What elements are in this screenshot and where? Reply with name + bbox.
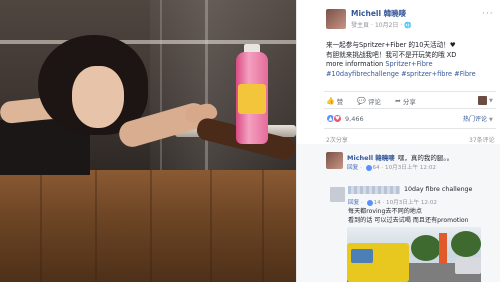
post-inline-link[interactable]: Spritzer+Fibre [385, 60, 432, 68]
speech-bubble-icon: 💬 [357, 97, 366, 105]
like-reaction-icon [365, 164, 372, 171]
post-date[interactable]: 10月2日 [375, 22, 398, 29]
top-comments-dropdown[interactable]: 热门评论 ▼ [463, 114, 493, 123]
comment-like-count: 64 [372, 165, 380, 171]
post-body: 来一起参与Spritzer+Fiber 的10天活动！♥ 有胆就来挑战我吧！我可… [326, 41, 494, 79]
thumb-truck-window [351, 249, 373, 263]
photo-floor-plank [40, 170, 42, 282]
post-hashtags[interactable]: #10dayfibrechallenge #spritzer+fibre #Fi… [326, 70, 494, 80]
comment-attached-photo[interactable] [347, 227, 481, 282]
comment-1: Michell 韓曉嘜 嘿，真的我的腿。。 [347, 152, 453, 162]
thumb-banner [439, 233, 447, 263]
divider [324, 91, 496, 92]
comment-like-count: 14 [373, 200, 381, 206]
meta-separator: · [371, 22, 373, 29]
like-label: 赞 [336, 98, 344, 106]
commenter-name-redacted [348, 186, 400, 194]
photo-face [72, 66, 124, 128]
reply-link[interactable]: 回复 [347, 165, 358, 171]
photo-wooden-floor [0, 170, 296, 282]
comment-2-body: 每天都roving去不同的地点 看到的话 可以过去试喝 而且还有promotio… [348, 208, 469, 225]
post-as-selector[interactable]: ▼ [478, 96, 493, 105]
comment-2-line: 看到的话 可以过去试喝 而且还有promotion [348, 216, 469, 224]
comment-2-title: 10day fibre challenge [404, 186, 473, 193]
comment-author[interactable]: Michell 韓曉嘜 [347, 154, 395, 162]
share-label: 分享 [402, 98, 416, 106]
post-action-bar: 👍 赞 💬 评论 ➦ 分享 [326, 96, 430, 106]
thumbs-up-icon: 👍 [326, 97, 335, 105]
meta-separator: · [400, 22, 403, 29]
reaction-count: 9,466 [345, 114, 364, 123]
chevron-down-icon: ▼ [489, 97, 493, 104]
comment-2-line: 每天都roving去不同的地点 [348, 208, 422, 215]
viewer-avatar [478, 96, 487, 105]
chevron-down-icon: ▼ [488, 117, 493, 123]
photo-bottle-label [238, 84, 266, 114]
divider [324, 108, 496, 109]
post-meta: 發主頁 · 10月2日 · 🌐 [351, 20, 412, 29]
comment-time[interactable]: 10月3日上午 12:02 [386, 200, 437, 206]
commenter-avatar[interactable] [326, 152, 343, 169]
photo-floor-plank [150, 170, 152, 282]
like-reaction-icon [366, 199, 373, 206]
share-button[interactable]: ➦ 分享 [395, 96, 416, 106]
ellipsis-icon[interactable]: ··· [482, 10, 494, 19]
comment-time[interactable]: 10月3日上午 12:02 [385, 165, 436, 171]
top-comments-label: 热门评论 [463, 116, 488, 123]
comment-text: 嘿，真的我的腿。。 [397, 154, 454, 162]
post-line-2: 有胆就来挑战我吧！我可不是开玩笑的哦 XD [326, 50, 457, 59]
love-reaction-icon: ♥ [333, 114, 342, 123]
thumb-car [455, 258, 481, 274]
reaction-summary[interactable]: ▲ ♥ 9,466 [326, 114, 364, 123]
like-button[interactable]: 👍 赞 [326, 96, 343, 106]
share-arrow-icon: ➦ [394, 97, 401, 105]
reply-link[interactable]: 回复 [348, 200, 359, 206]
comment-label: 评论 [367, 98, 381, 106]
comment-button[interactable]: 💬 评论 [357, 96, 381, 106]
facebook-photo-viewer: Michell 韓曉嘜 發主頁 · 10月2日 · 🌐 ··· 来一起参与Spritze… [0, 0, 500, 282]
share-count[interactable]: 2次分享 [326, 135, 348, 144]
thumb-tree [411, 235, 441, 261]
comment-1-meta: 回复 · 64 · 10月3日上午 12:02 [347, 164, 436, 171]
comment-count[interactable]: 37条评论 [469, 135, 495, 144]
post-line-3: more information Spritzer+Fibre [326, 60, 494, 70]
post-photo[interactable] [0, 0, 296, 282]
photo-floor-plank [262, 170, 264, 282]
post-author-name[interactable]: Michell 韓曉嘜 [351, 8, 406, 19]
commenter-avatar-blurred[interactable] [330, 187, 345, 202]
photo-floor-plank [95, 170, 97, 282]
comment-2-meta: 回复 · 14 · 10月3日上午 12:02 [348, 199, 437, 206]
thumb-tree [451, 231, 481, 257]
post-line-1: 来一起参与Spritzer+Fiber 的10天活动！♥ [326, 41, 456, 49]
post-line-3-text: more information [326, 60, 386, 68]
divider [324, 128, 496, 129]
page-label[interactable]: 發主頁 [351, 22, 369, 29]
globe-icon: 🌐 [404, 22, 412, 29]
author-avatar[interactable] [326, 9, 346, 29]
photo-floor-plank [210, 170, 212, 282]
